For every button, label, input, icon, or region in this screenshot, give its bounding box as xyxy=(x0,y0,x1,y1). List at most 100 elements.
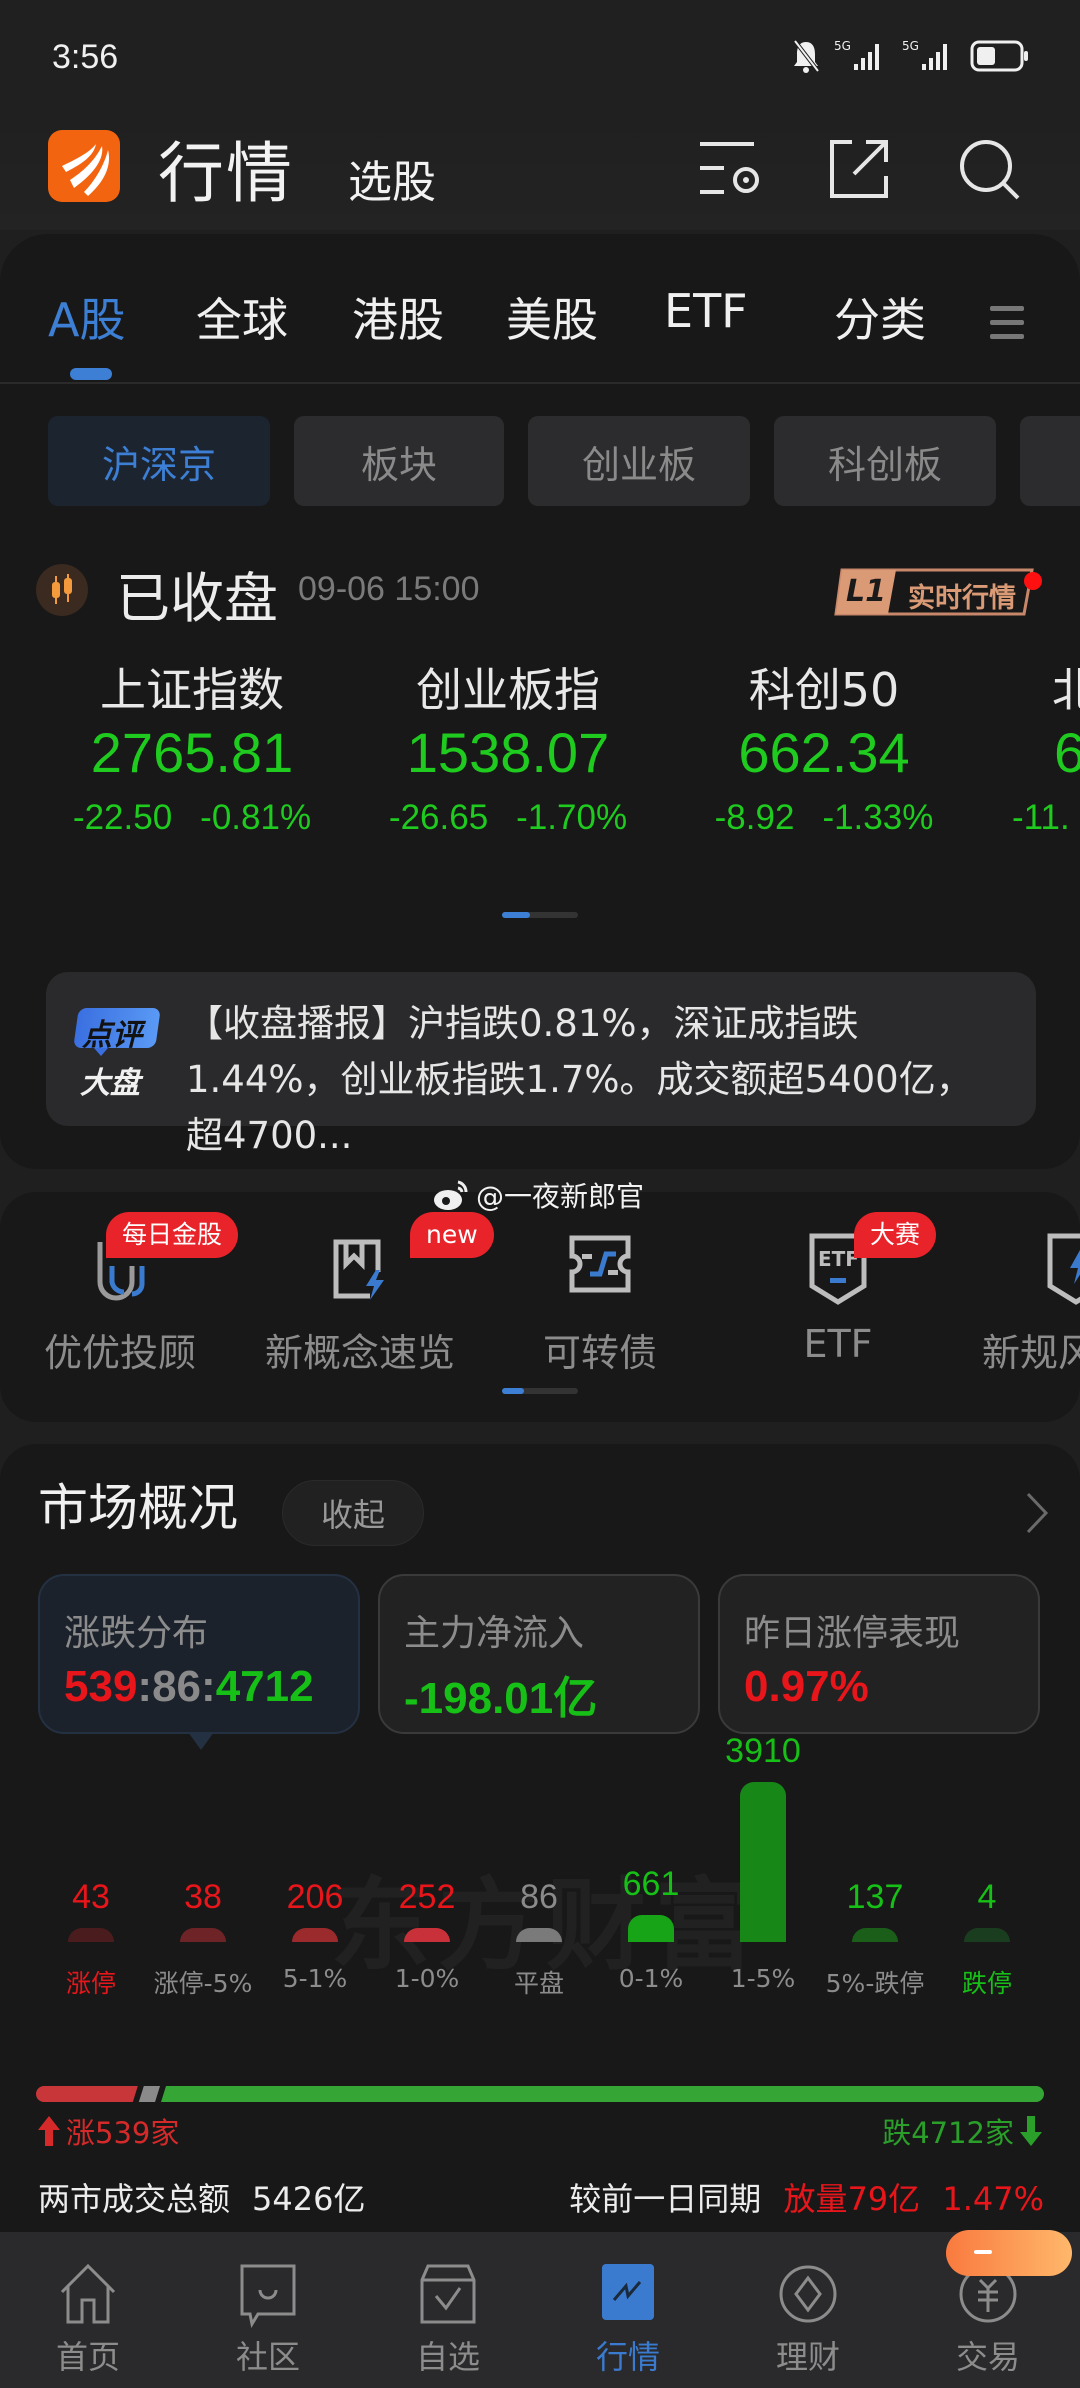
search-icon[interactable] xyxy=(956,136,1022,202)
shortcut-advisor[interactable]: 每日金股 优优投顾 xyxy=(10,1192,239,1422)
rise-label: 涨539家 xyxy=(66,2116,180,2150)
market-main-card: A股 全球 港股 美股 ETF 分类 沪深京 板块 创业板 科创板 北 已收盘 … xyxy=(0,234,1080,1169)
bar-group: 4 跌停 xyxy=(932,1744,1042,2044)
bar xyxy=(404,1928,450,1942)
signal-5g-icon: 5G xyxy=(902,39,947,70)
bar-value-label: 38 xyxy=(184,1878,222,1916)
index-change-abs: -26.65 xyxy=(388,798,489,837)
chevron-right-icon[interactable] xyxy=(1022,1488,1052,1538)
bar-value-label: 252 xyxy=(398,1878,456,1916)
bar-value-label: 206 xyxy=(286,1878,344,1916)
collapse-button[interactable]: 收起 xyxy=(282,1480,424,1546)
realtime-label: 实时行情 xyxy=(908,583,1016,614)
card-rise-fall-distribution[interactable]: 涨跌分布 539:86:4712 xyxy=(38,1574,360,1750)
shortcut-label: ETF xyxy=(803,1322,873,1366)
nav-label: 社区 xyxy=(235,2338,300,2376)
shortcut-badge: 每日金股 xyxy=(106,1212,239,1258)
card-label: 涨跌分布 xyxy=(64,1613,209,1654)
separator: : xyxy=(201,1662,216,1711)
index-change: -26.65 -1.70% xyxy=(348,798,668,838)
bar-group: 661 0-1% xyxy=(596,1744,706,2044)
index-pager xyxy=(502,912,578,918)
tab-global[interactable]: 全球 xyxy=(196,284,288,350)
list-settings-icon[interactable] xyxy=(696,136,762,202)
nav-home[interactable]: 首页 xyxy=(18,2256,158,2376)
nav-watchlist[interactable]: 自选 xyxy=(378,2256,518,2376)
sub-tabs: 沪深京 板块 创业板 科创板 北 xyxy=(48,416,1080,506)
minus-icon xyxy=(974,2250,992,2254)
bar xyxy=(964,1928,1010,1942)
bar-value-label: 3910 xyxy=(725,1732,801,1770)
shortcut-new-rules[interactable]: 新规风 xyxy=(966,1192,1080,1422)
bar-value-label: 86 xyxy=(520,1878,558,1916)
menu-icon[interactable] xyxy=(988,302,1026,342)
notification-dot xyxy=(1024,572,1042,590)
session-status-row: 已收盘 09-06 15:00 L1 实时行情 xyxy=(36,554,1046,634)
subtab-sectors[interactable]: 板块 xyxy=(294,416,504,506)
fall-label: 跌4712家 xyxy=(882,2116,1014,2150)
bar-group: 86 平盘 xyxy=(484,1744,594,2044)
index-name: 创业板指 xyxy=(416,663,600,717)
market-icon xyxy=(602,2264,654,2320)
shortcut-grid: 每日金股 优优投顾 new 新概念速览 可转债 ETF 大赛 ETF 新规风 xyxy=(0,1192,1080,1422)
watermark-text: @一夜新郎官 xyxy=(476,1180,645,1213)
index-carousel: 上证指数 2765.81 -22.50 -0.81% 创业板指 1538.07 -… xyxy=(0,654,1080,854)
commentary-text: 【收盘播报】沪指跌0.81%，深证成指跌1.44%，创业板指跌1.7%。成交额超… xyxy=(186,1002,973,1157)
realtime-quote-badge[interactable]: L1 实时行情 xyxy=(832,568,1042,616)
community-icon xyxy=(240,2264,296,2328)
market-commentary[interactable]: 点评 大盘 【收盘播报】沪指跌0.81%，深证成指跌1.44%，创业板指跌1.7… xyxy=(46,972,1036,1157)
nav-wealth[interactable]: 理财 xyxy=(738,2256,878,2376)
nav-label: 交易 xyxy=(955,2338,1020,2376)
index-change: -11. xyxy=(1004,798,1080,838)
tab-category[interactable]: 分类 xyxy=(834,284,926,350)
tab-a-shares[interactable]: A股 xyxy=(48,284,125,350)
nav-community[interactable]: 社区 xyxy=(198,2256,338,2376)
index-value: 662.34 xyxy=(738,721,910,784)
subtab-bse[interactable]: 北 xyxy=(1020,416,1080,506)
subtab-chinext[interactable]: 创业板 xyxy=(528,416,750,506)
session-status: 已收盘 xyxy=(116,567,278,630)
index-card-chinext[interactable]: 创业板指 1538.07 -26.65 -1.70% xyxy=(348,654,668,838)
fall-count: 4712 xyxy=(215,1662,314,1711)
index-name: 上证指数 xyxy=(100,663,284,717)
tab-etf[interactable]: ETF xyxy=(664,284,748,338)
bar-group: 206 5-1% xyxy=(260,1744,370,2044)
turnover-row: 两市成交总额 5426亿 较前一日同期 放量79亿 1.47% xyxy=(38,2174,1044,2224)
shortcut-badge: 大赛 xyxy=(854,1212,937,1258)
tab-hk[interactable]: 港股 xyxy=(352,284,444,350)
shortcut-new-concepts[interactable]: new 新概念速览 xyxy=(250,1192,494,1422)
card-value: -198.01亿 xyxy=(404,1674,598,1723)
rise-count: 539 xyxy=(64,1662,138,1711)
card-label: 昨日涨停表现 xyxy=(744,1613,961,1654)
index-card-sse[interactable]: 上证指数 2765.81 -22.50 -0.81% xyxy=(32,654,352,838)
nav-market[interactable]: 行情 xyxy=(558,2256,698,2376)
battery-icon xyxy=(970,40,1028,72)
card-limit-up-performance[interactable]: 昨日涨停表现 0.97% xyxy=(718,1574,1040,1734)
subtab-star-market[interactable]: 科创板 xyxy=(774,416,996,506)
compare-label: 较前一日同期 xyxy=(569,2180,762,2218)
floating-promo-button[interactable] xyxy=(946,2230,1072,2276)
shortcut-etf[interactable]: ETF 大赛 ETF xyxy=(728,1192,948,1422)
stock-picker-link[interactable]: 选股 xyxy=(348,146,436,210)
bar xyxy=(516,1928,562,1942)
wealth-icon xyxy=(779,2265,837,2323)
overview-title: 市场概况 xyxy=(38,1479,238,1537)
card-main-net-inflow[interactable]: 主力净流入 -198.01亿 xyxy=(378,1574,700,1734)
shortcut-label: 可转债 xyxy=(542,1331,657,1375)
bar-group: 38 涨停-5% xyxy=(148,1744,258,2044)
tab-us[interactable]: 美股 xyxy=(506,284,598,350)
shortcut-label: 优优投顾 xyxy=(43,1331,196,1375)
index-card-partial[interactable]: 北 6 -11. xyxy=(1004,654,1080,838)
arrow-down-icon xyxy=(1020,2116,1042,2146)
weibo-icon xyxy=(434,1180,468,1210)
market-tabs: A股 全球 港股 美股 ETF 分类 xyxy=(0,284,1080,380)
share-icon[interactable] xyxy=(826,136,892,202)
bar xyxy=(180,1928,226,1942)
bell-muted-icon xyxy=(793,39,820,73)
index-card-star50[interactable]: 科创50 662.34 -8.92 -1.33% xyxy=(664,654,984,838)
bottom-nav: 首页 社区 自选 行情 理财 交易 xyxy=(0,2232,1080,2388)
turnover-value: 5426亿 xyxy=(252,2180,366,2218)
index-name: 科创50 xyxy=(748,663,900,717)
subtab-hushenjing[interactable]: 沪深京 xyxy=(48,416,270,506)
svg-text:5G: 5G xyxy=(902,39,919,53)
